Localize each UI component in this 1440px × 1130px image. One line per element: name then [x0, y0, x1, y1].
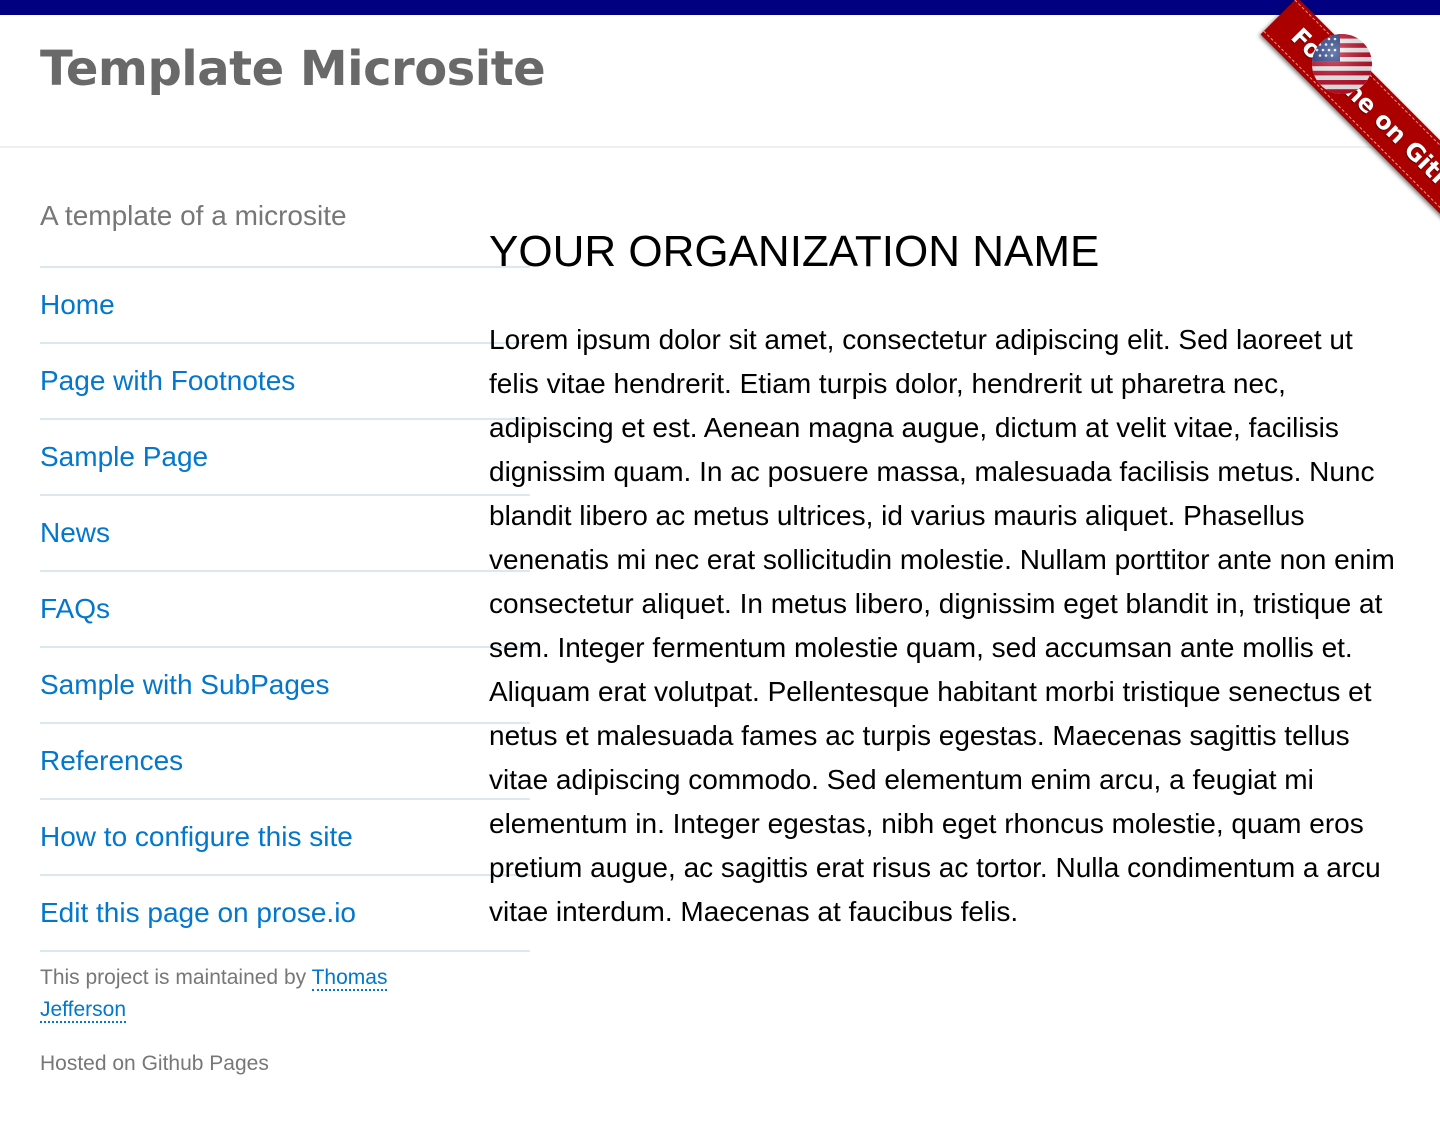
- nav-item-page-with-footnotes: Page with Footnotes: [40, 344, 530, 420]
- maintainer-note: This project is maintained by Thomas Jef…: [40, 962, 440, 1026]
- hosted-note: Hosted on Github Pages: [40, 1052, 269, 1075]
- sidebar: A template of a microsite Home Page with…: [40, 197, 530, 1080]
- sidebar-nav: Home Page with Footnotes Sample Page New…: [40, 268, 530, 952]
- nav-link-news[interactable]: News: [40, 496, 530, 570]
- main-content: YOUR ORGANIZATION NAME Lorem ipsum dolor…: [489, 224, 1409, 934]
- nav-link-sample-page[interactable]: Sample Page: [40, 420, 530, 494]
- nav-item-sample-page: Sample Page: [40, 420, 530, 496]
- nav-item-references: References: [40, 724, 530, 800]
- nav-item-faqs: FAQs: [40, 572, 530, 648]
- site-tagline: A template of a microsite: [40, 197, 530, 268]
- body-paragraph: Lorem ipsum dolor sit amet, consectetur …: [489, 324, 1395, 927]
- nav-link-home[interactable]: Home: [40, 268, 530, 342]
- us-flag-graphic: [1312, 34, 1372, 94]
- nav-item-configure-site: How to configure this site: [40, 800, 530, 876]
- nav-link-faqs[interactable]: FAQs: [40, 572, 530, 646]
- nav-item-edit-on-prose: Edit this page on prose.io: [40, 876, 530, 952]
- nav-item-sample-with-subpages: Sample with SubPages: [40, 648, 530, 724]
- us-flag-icon[interactable]: [1312, 34, 1372, 94]
- nav-link-edit-on-prose[interactable]: Edit this page on prose.io: [40, 876, 530, 950]
- nav-item-home: Home: [40, 268, 530, 344]
- nav-link-references[interactable]: References: [40, 724, 530, 798]
- nav-link-page-with-footnotes[interactable]: Page with Footnotes: [40, 344, 530, 418]
- nav-item-news: News: [40, 496, 530, 572]
- maintainer-prefix: This project is maintained by: [40, 966, 307, 989]
- nav-link-configure-site[interactable]: How to configure this site: [40, 800, 530, 874]
- github-ribbon-container: Fork me on GitHub: [1140, 0, 1440, 300]
- nav-link-sample-with-subpages[interactable]: Sample with SubPages: [40, 648, 530, 722]
- site-title[interactable]: Template Microsite: [40, 41, 546, 97]
